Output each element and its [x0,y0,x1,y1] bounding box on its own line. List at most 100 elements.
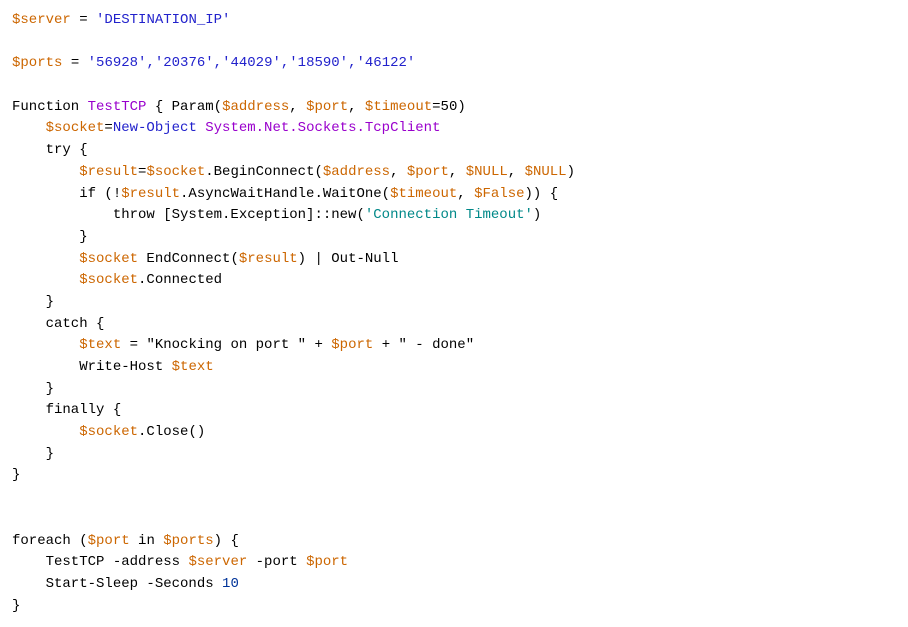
code-token [12,251,79,267]
code-token: , [289,99,306,115]
code-token: New-Object [113,120,197,136]
code-token: .BeginConnect( [205,164,323,180]
code-line: $ports = '56928','20376','44029','18590'… [12,53,896,75]
code-token: $port [331,337,373,353]
code-token: $socket [79,424,138,440]
code-token: $port [407,164,449,180]
code-line: TestTCP -address $server -port $port [12,552,896,574]
code-token: 'Connection Timeout' [365,207,533,223]
code-line: $socket.Close() [12,422,896,444]
code-line: foreach ($port in $ports) { [12,531,896,553]
code-token: TestTCP -address [12,554,188,570]
code-token: EndConnect( [138,251,239,267]
code-token: $result [121,186,180,202]
code-token: $server [188,554,247,570]
code-token: TestTCP [88,99,147,115]
code-line: $socket=New-Object System.Net.Sockets.Tc… [12,118,896,140]
code-token: , [449,164,466,180]
code-token [12,164,79,180]
code-token: '56928','20376','44029','18590','46122' [88,55,416,71]
code-token: throw [System.Exception] [12,207,314,223]
code-token: $ports [12,55,62,71]
code-token: .Close() [138,424,205,440]
code-token: $address [222,99,289,115]
code-token: , [348,99,365,115]
code-token: $text [172,359,214,375]
code-token: Start-Sleep -Seconds [12,576,222,592]
code-token: $result [239,251,298,267]
code-token [12,120,46,136]
code-line: $text = "Knocking on port " + $port + " … [12,335,896,357]
code-token: $NULL [525,164,567,180]
code-line [12,32,896,54]
code-token: System.Net.Sockets.TcpClient [205,120,440,136]
code-token: , [508,164,525,180]
code-token: } [12,598,20,614]
code-token: } [12,294,54,310]
code-token: } [12,446,54,462]
code-line: $socket EndConnect($result) | Out-Null [12,249,896,271]
code-token: $result [79,164,138,180]
code-token: $socket [79,251,138,267]
code-line: } [12,596,896,618]
code-token: Function [12,99,88,115]
code-line: if (!$result.AsyncWaitHandle.WaitOne($ti… [12,184,896,206]
code-token: $text [79,337,121,353]
code-token: = "Knocking on port " + [121,337,331,353]
code-line: try { [12,140,896,162]
code-token: .Connected [138,272,222,288]
code-token: { Param( [146,99,222,115]
code-line: Start-Sleep -Seconds 10 [12,574,896,596]
code-token: -port [247,554,306,570]
code-token: + " - done" [373,337,474,353]
code-token: =50) [432,99,466,115]
code-line: throw [System.Exception]::new('Connectio… [12,205,896,227]
code-token: $False [474,186,524,202]
code-line: } [12,444,896,466]
code-token: 10 [222,576,239,592]
code-token: $ports [163,533,213,549]
code-token: } [12,381,54,397]
code-line: $result=$socket.BeginConnect($address, $… [12,162,896,184]
code-token [12,337,79,353]
code-token: , [390,164,407,180]
code-line: catch { [12,314,896,336]
code-token: ) [567,164,575,180]
code-container: $server = 'DESTINATION_IP' $ports = '569… [12,10,896,617]
code-token: $timeout [390,186,457,202]
code-line: $socket.Connected [12,270,896,292]
code-line [12,75,896,97]
code-token: $port [306,99,348,115]
code-line: } [12,227,896,249]
code-token: ::new( [314,207,364,223]
code-token: } [12,229,88,245]
code-token: $timeout [365,99,432,115]
code-token [12,272,79,288]
code-token: $server [12,12,71,28]
code-token: $socket [79,272,138,288]
code-token: 'DESTINATION_IP' [96,12,230,28]
code-token: = [62,55,87,71]
code-token: $port [306,554,348,570]
code-token: ) | Out-Null [298,251,399,267]
code-line: } [12,292,896,314]
code-token: try { [12,142,88,158]
code-token: $socket [46,120,105,136]
code-line: Write-Host $text [12,357,896,379]
code-token: in [130,533,164,549]
code-token: ) { [214,533,239,549]
code-token: $NULL [466,164,508,180]
code-line: Function TestTCP { Param($address, $port… [12,97,896,119]
code-token: = [71,12,96,28]
code-token: )) { [525,186,559,202]
code-token: , [457,186,474,202]
code-token: = [104,120,112,136]
code-line [12,487,896,509]
code-token: foreach ( [12,533,88,549]
code-token: Write-Host [12,359,172,375]
code-token: $address [323,164,390,180]
code-token: $socket [146,164,205,180]
code-token: if (! [12,186,121,202]
code-token: ) [533,207,541,223]
code-token: $port [88,533,130,549]
